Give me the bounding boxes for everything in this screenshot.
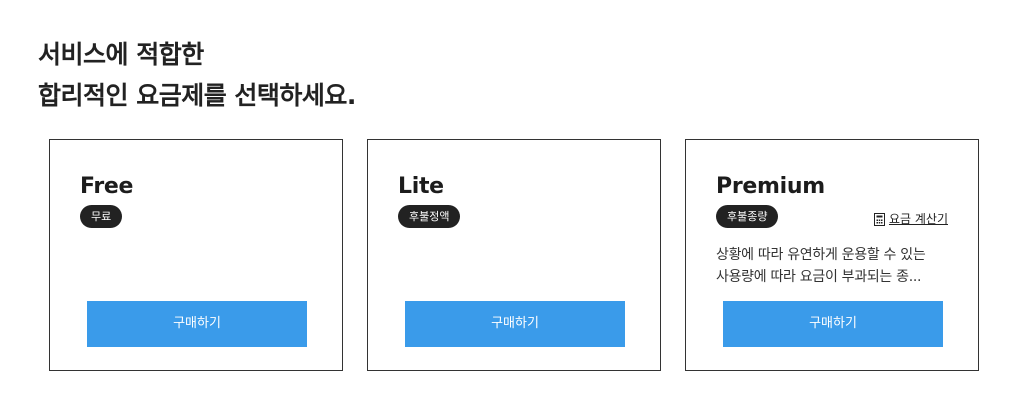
plan-card-free: Free 무료 구매하기	[49, 139, 343, 371]
buy-button-premium[interactable]: 구매하기	[723, 301, 943, 347]
price-calculator-label: 요금 계산기	[888, 212, 948, 226]
heading-line-2: 합리적인 요금제를 선택하세요.	[38, 81, 356, 110]
plan-badge: 후불종량	[716, 205, 779, 228]
plan-card-premium: Premium 후불종량 요금 계산기 상황에 따라 유연하게 운용할 수 있는…	[685, 139, 979, 371]
heading-line-1: 서비스에 적합한	[38, 40, 204, 69]
plan-name: Premium	[716, 174, 825, 199]
plan-description: 상황에 따라 유연하게 운용할 수 있는 사용량에 따라 요금이 부과되는 종.…	[716, 244, 952, 288]
plan-name: Lite	[398, 174, 444, 199]
plan-description-line-1: 상황에 따라 유연하게 운용할 수 있는	[716, 247, 926, 263]
plan-badge: 후불정액	[398, 205, 461, 228]
buy-button-lite[interactable]: 구매하기	[405, 301, 625, 347]
plan-card-lite: Lite 후불정액 구매하기	[367, 139, 661, 371]
calculator-icon	[873, 212, 885, 226]
price-calculator-link[interactable]: 요금 계산기	[873, 211, 948, 227]
page-heading: 서비스에 적합한 합리적인 요금제를 선택하세요.	[38, 34, 356, 116]
plan-badge: 무료	[80, 205, 123, 228]
buy-button-free[interactable]: 구매하기	[87, 301, 307, 347]
plan-name: Free	[80, 174, 134, 199]
plan-description-line-2: 사용량에 따라 요금이 부과되는 종...	[716, 269, 922, 285]
